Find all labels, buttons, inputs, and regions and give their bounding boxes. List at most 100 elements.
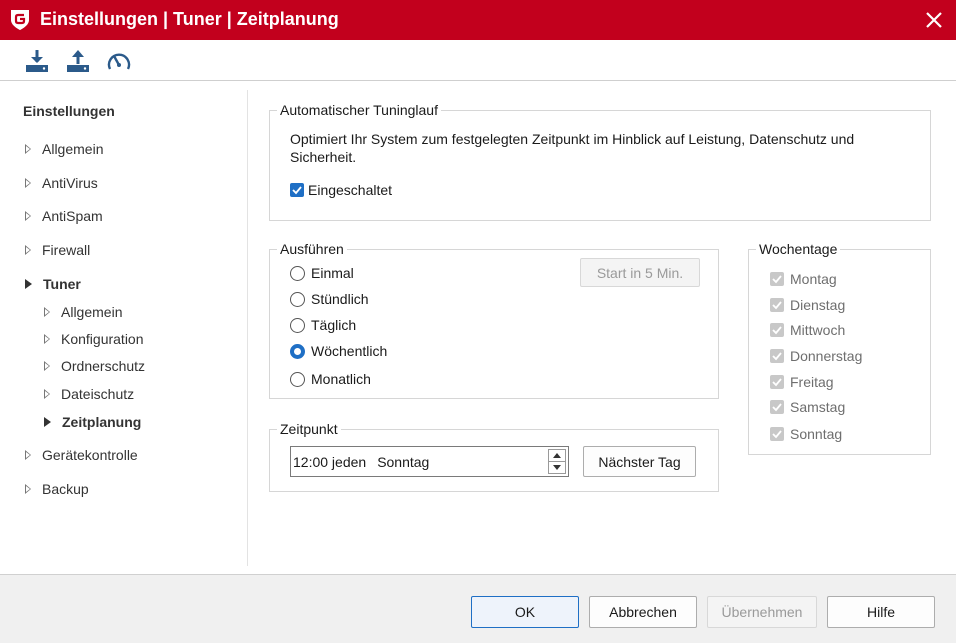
- nav-item-label: Konfiguration: [61, 331, 144, 347]
- radio-label: Einmal: [311, 265, 354, 281]
- description-text: Sicherheit.: [290, 149, 357, 165]
- title-bar: Einstellungen | Tuner | Zeitplanung: [0, 0, 956, 40]
- radio-label: Wöchentlich: [311, 343, 388, 359]
- weekdays-legend: Wochentage: [756, 241, 841, 257]
- radio-woechentlich[interactable]: Wöchentlich: [290, 343, 387, 359]
- time-legend: Zeitpunkt: [277, 421, 341, 437]
- time-value[interactable]: 12:00 jeden: [293, 454, 366, 470]
- weekday-label: Donnerstag: [790, 348, 863, 364]
- weekday-montag-checkbox[interactable]: Montag: [770, 271, 837, 287]
- radio-icon[interactable]: [290, 371, 305, 387]
- radio-monatlich[interactable]: Monatlich: [290, 371, 371, 387]
- start-in-5-min-button[interactable]: Start in 5 Min.: [580, 258, 700, 287]
- radio-icon[interactable]: [290, 291, 305, 307]
- nav-item-label: Firewall: [42, 242, 91, 258]
- nav-item-backup[interactable]: Backup: [25, 479, 89, 499]
- nav-subitem-dateischutz[interactable]: Dateischutz: [44, 384, 134, 404]
- expand-arrow-icon: [25, 178, 31, 188]
- day-value[interactable]: Sonntag: [377, 454, 429, 470]
- weekday-freitag-checkbox[interactable]: Freitag: [770, 374, 834, 390]
- radio-selected-icon[interactable]: [290, 343, 305, 359]
- nav-item-antispam[interactable]: AntiSpam: [25, 206, 103, 226]
- nav-heading: Einstellungen: [23, 103, 115, 119]
- expanded-arrow-icon: [25, 279, 32, 289]
- weekday-label: Montag: [790, 271, 837, 287]
- checkbox-checked-icon[interactable]: [290, 183, 304, 197]
- window-title: Einstellungen | Tuner | Zeitplanung: [40, 9, 339, 29]
- radio-stuendlich[interactable]: Stündlich: [290, 291, 369, 307]
- spinner-buttons: [548, 449, 566, 474]
- nav-item-label: Zeitplanung: [62, 414, 142, 430]
- weekday-label: Samstag: [790, 399, 846, 415]
- expand-arrow-icon: [44, 361, 50, 371]
- weekday-mittwoch-checkbox[interactable]: Mittwoch: [770, 322, 845, 338]
- nav-item-label: Tuner: [43, 276, 81, 292]
- checkbox-disabled-icon: [770, 298, 784, 312]
- next-day-button[interactable]: Nächster Tag: [583, 446, 696, 477]
- apply-button[interactable]: Übernehmen: [707, 596, 817, 628]
- nav-item-label: Backup: [42, 481, 89, 497]
- nav-item-antivirus[interactable]: AntiVirus: [25, 173, 98, 193]
- nav-item-label: AntiSpam: [42, 208, 103, 224]
- weekday-sonntag-checkbox[interactable]: Sonntag: [770, 426, 842, 442]
- nav-subitem-konfiguration[interactable]: Konfiguration: [44, 329, 144, 349]
- radio-label: Stündlich: [311, 291, 369, 307]
- nav-subitem-zeitplanung[interactable]: Zeitplanung: [44, 412, 141, 432]
- toolbar: [0, 40, 956, 81]
- upload-icon[interactable]: [63, 46, 93, 76]
- nav-item-firewall[interactable]: Firewall: [25, 240, 90, 260]
- help-button[interactable]: Hilfe: [827, 596, 935, 628]
- description-text: Optimiert Ihr System zum festgelegten Ze…: [290, 131, 855, 147]
- auto-tuning-group: [269, 110, 931, 221]
- nav-item-label: Allgemein: [42, 141, 104, 157]
- expand-arrow-icon: [25, 211, 31, 221]
- radio-icon[interactable]: [290, 317, 305, 333]
- weekday-donnerstag-checkbox[interactable]: Donnerstag: [770, 348, 862, 364]
- auto-description-line1: Optimiert Ihr System zum festgelegten Ze…: [290, 131, 854, 147]
- expand-arrow-icon: [25, 144, 31, 154]
- checkbox-disabled-icon: [770, 349, 784, 363]
- weekday-label: Freitag: [790, 374, 834, 390]
- radio-icon[interactable]: [290, 265, 305, 281]
- expand-arrow-icon: [25, 450, 31, 460]
- nav-item-allgemein[interactable]: Allgemein: [25, 139, 103, 159]
- time-spinner-input[interactable]: 12:00 jeden Sonntag: [290, 446, 569, 477]
- weekday-label: Dienstag: [790, 297, 846, 313]
- cancel-button[interactable]: Abbrechen: [589, 596, 697, 628]
- speedometer-icon[interactable]: [104, 46, 134, 76]
- weekday-label: Sonntag: [790, 426, 843, 442]
- checkbox-disabled-icon: [770, 272, 784, 286]
- nav-item-label: Dateischutz: [61, 386, 135, 402]
- nav-item-label: Allgemein: [61, 304, 123, 320]
- radio-einmal[interactable]: Einmal: [290, 265, 354, 281]
- spin-up-icon[interactable]: [549, 450, 565, 462]
- sidebar-divider: [247, 90, 248, 566]
- enabled-checkbox[interactable]: Eingeschaltet: [290, 182, 392, 198]
- enabled-label: Eingeschaltet: [308, 182, 393, 198]
- weekday-samstag-checkbox[interactable]: Samstag: [770, 399, 845, 415]
- nav-item-label: Gerätekontrolle: [42, 447, 138, 463]
- spin-down-icon[interactable]: [549, 462, 565, 473]
- nav-item-tuner[interactable]: Tuner: [25, 274, 81, 294]
- expand-arrow-icon: [44, 389, 50, 399]
- gdata-logo-icon: [9, 8, 31, 32]
- close-icon[interactable]: [920, 6, 948, 34]
- checkbox-disabled-icon: [770, 427, 784, 441]
- checkbox-disabled-icon: [770, 400, 784, 414]
- nav-subitem-allgemein[interactable]: Allgemein: [44, 302, 122, 322]
- checkbox-disabled-icon: [770, 323, 784, 337]
- checkbox-disabled-icon: [770, 375, 784, 389]
- ok-button[interactable]: OK: [471, 596, 579, 628]
- auto-description-line2: Sicherheit.: [290, 149, 356, 165]
- radio-label: Täglich: [311, 317, 357, 333]
- auto-tuning-legend: Automatischer Tuninglauf: [277, 102, 441, 118]
- settings-navigation: Einstellungen Allgemein AntiVirus AntiSp…: [0, 82, 248, 574]
- nav-subitem-ordnerschutz[interactable]: Ordnerschutz: [44, 356, 145, 376]
- radio-taeglich[interactable]: Täglich: [290, 317, 356, 333]
- radio-label: Monatlich: [311, 371, 371, 387]
- expand-arrow-icon: [25, 245, 31, 255]
- weekday-label: Mittwoch: [790, 322, 846, 338]
- download-icon[interactable]: [22, 46, 52, 76]
- nav-item-geraetekontrolle[interactable]: Gerätekontrolle: [25, 445, 138, 465]
- weekday-dienstag-checkbox[interactable]: Dienstag: [770, 297, 845, 313]
